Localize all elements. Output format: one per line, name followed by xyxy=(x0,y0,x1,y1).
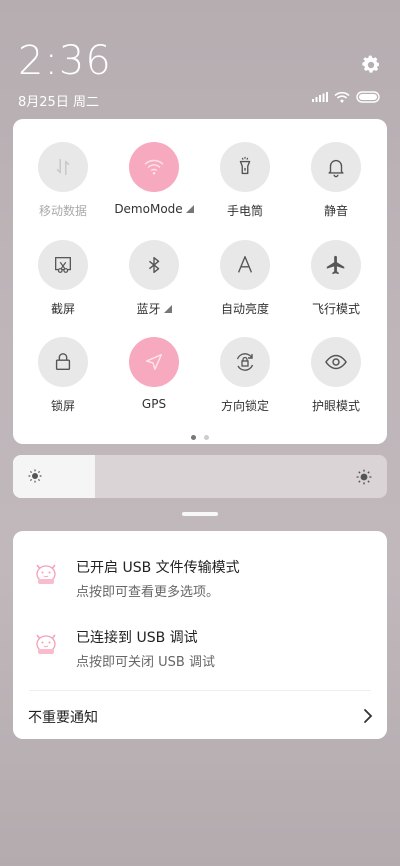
expand-triangle-icon xyxy=(185,205,194,213)
date-label: 8月25日 周二 xyxy=(18,95,99,110)
notification-title: 已开启 USB 文件传输模式 xyxy=(76,560,240,576)
expand-triangle-icon xyxy=(163,305,172,313)
tile-screenshot[interactable]: 截屏 xyxy=(18,240,108,317)
notification-subtitle: 点按即可关闭 USB 调试 xyxy=(76,655,215,670)
divider xyxy=(29,690,371,691)
drag-handle[interactable] xyxy=(182,512,218,516)
tile-label: 截屏 xyxy=(50,302,75,316)
chevron-right-icon[interactable] xyxy=(363,708,373,724)
brightness-low-icon xyxy=(28,469,42,483)
eye-icon xyxy=(311,337,361,387)
brightness-slider[interactable] xyxy=(13,455,387,498)
wifi-status-icon xyxy=(334,91,350,103)
tile-label: GPS xyxy=(141,397,167,411)
tile-lock-screen[interactable]: 锁屏 xyxy=(18,337,108,414)
tile-eye-comfort[interactable]: 护眼模式 xyxy=(291,337,381,414)
unimportant-notifications-link[interactable]: 不重要通知 xyxy=(28,707,98,727)
page-dot-active xyxy=(191,435,196,440)
page-indicator xyxy=(191,435,209,440)
clock: 2:36 xyxy=(18,38,112,84)
notification-subtitle: 点按即可查看更多选项。 xyxy=(76,585,220,600)
tile-demomode[interactable]: DemoMode xyxy=(109,142,199,216)
wifi-icon xyxy=(129,142,179,192)
mobile-data-icon xyxy=(38,142,88,192)
tile-label: 锁屏 xyxy=(50,399,75,413)
notifications-panel: 已开启 USB 文件传输模式 点按即可查看更多选项。 已连接到 USB 调试 点… xyxy=(13,531,387,739)
screenshot-icon xyxy=(38,240,88,290)
auto-brightness-icon xyxy=(220,240,270,290)
notification-title: 已连接到 USB 调试 xyxy=(76,630,198,646)
tile-label: DemoMode xyxy=(114,202,183,216)
quick-settings-panel: 移动数据 DemoMode 手电筒 静音 截屏 蓝牙 自动亮度 飞行模式 锁屏 … xyxy=(13,119,387,444)
tile-label: 自动亮度 xyxy=(220,302,269,316)
tile-flashlight[interactable]: 手电筒 xyxy=(200,142,290,219)
bell-icon xyxy=(311,142,361,192)
flashlight-icon xyxy=(220,142,270,192)
battery-icon xyxy=(356,91,380,103)
tile-auto-brightness[interactable]: 自动亮度 xyxy=(200,240,290,317)
tile-label: 蓝牙 xyxy=(136,302,161,316)
tile-rotation-lock[interactable]: 方向锁定 xyxy=(200,337,290,414)
brightness-high-icon xyxy=(356,469,372,485)
gear-icon[interactable] xyxy=(360,54,382,76)
tile-airplane[interactable]: 飞行模式 xyxy=(291,240,381,317)
rotation-lock-icon xyxy=(220,337,270,387)
bluetooth-icon xyxy=(129,240,179,290)
cat-app-icon xyxy=(36,564,56,584)
signal-icon xyxy=(312,92,328,102)
tile-gps[interactable]: GPS xyxy=(109,337,199,411)
airplane-icon xyxy=(311,240,361,290)
tile-label: 飞行模式 xyxy=(311,302,360,316)
cat-app-icon xyxy=(36,634,56,654)
location-arrow-icon xyxy=(129,337,179,387)
tile-label: 方向锁定 xyxy=(220,399,269,413)
tile-label: 护眼模式 xyxy=(311,399,360,413)
tile-silent[interactable]: 静音 xyxy=(291,142,381,219)
tile-mobile-data[interactable]: 移动数据 xyxy=(18,142,108,219)
tile-bluetooth[interactable]: 蓝牙 xyxy=(109,240,199,317)
page-dot xyxy=(204,435,209,440)
tile-label: 手电筒 xyxy=(226,204,263,218)
tile-label: 静音 xyxy=(323,204,348,218)
brightness-fill xyxy=(13,455,95,498)
tile-label: 移动数据 xyxy=(38,204,87,218)
lock-icon xyxy=(38,337,88,387)
